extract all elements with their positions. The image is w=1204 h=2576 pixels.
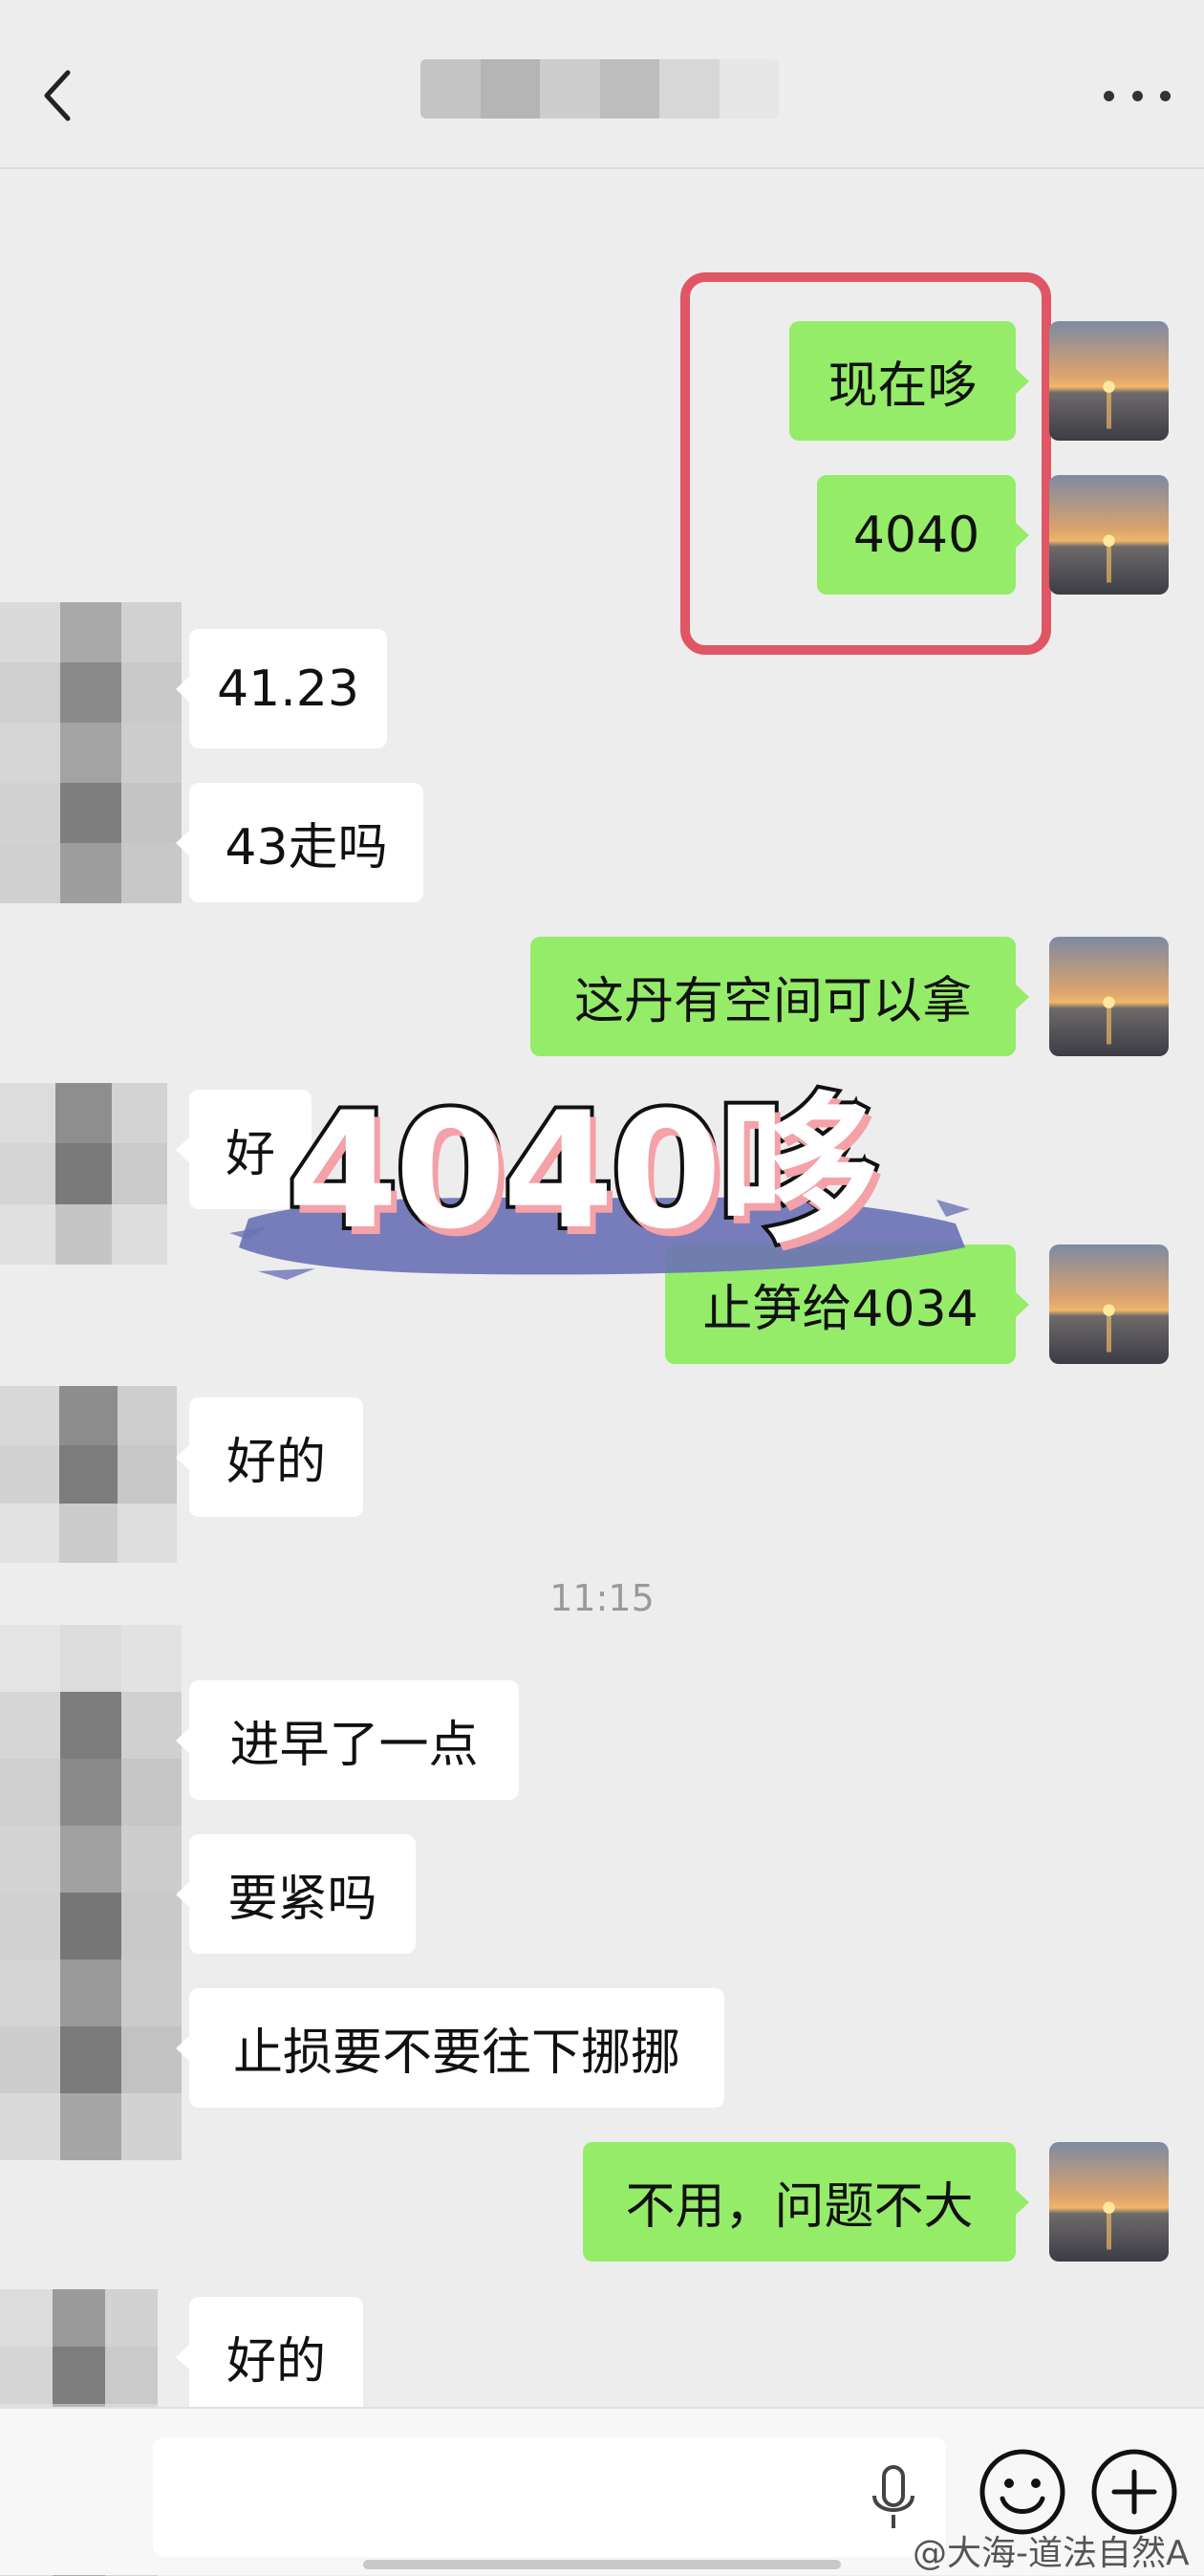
my-avatar[interactable] bbox=[1049, 321, 1169, 441]
message-bubble-sent[interactable]: 现在哆 bbox=[789, 321, 1029, 441]
message-bubble-received[interactable]: 好的 bbox=[176, 2297, 363, 2416]
message-bubble-received[interactable]: 好的 bbox=[176, 1397, 363, 1517]
overlay-text: 4040哆 bbox=[283, 1073, 883, 1268]
chat-header bbox=[0, 0, 1204, 169]
message-bubble-received[interactable]: 要紧吗 bbox=[176, 1834, 416, 1954]
message-bubble-received[interactable]: 进早了一点 bbox=[176, 1680, 519, 1800]
message-bubble-sent[interactable]: 这丹有空间可以拿 bbox=[530, 937, 1029, 1056]
my-avatar[interactable] bbox=[1049, 2142, 1169, 2262]
more-options-button[interactable] bbox=[1104, 76, 1171, 115]
overlay-annotation: 4040哆 bbox=[229, 1073, 975, 1305]
message-bubble-sent[interactable]: 4040 bbox=[817, 475, 1029, 595]
timestamp: 11:15 bbox=[549, 1577, 655, 1619]
message-bubble-received[interactable]: 止损要不要往下挪挪 bbox=[176, 1988, 724, 2108]
message-bubble-received[interactable]: 43走吗 bbox=[176, 783, 423, 902]
home-indicator bbox=[363, 2560, 841, 2569]
dot bbox=[1131, 90, 1143, 101]
contact-avatar-blurred[interactable] bbox=[0, 1083, 167, 1265]
chat-title-blurred bbox=[420, 59, 779, 119]
dot bbox=[1160, 90, 1171, 101]
more-dots-icon bbox=[1104, 90, 1114, 101]
contact-avatar-blurred[interactable] bbox=[0, 1386, 177, 1563]
message-bubble-received[interactable]: 41.23 bbox=[176, 629, 387, 748]
contact-avatar-blurred[interactable] bbox=[0, 602, 182, 903]
message-input[interactable] bbox=[153, 2437, 946, 2557]
contact-avatar-blurred[interactable] bbox=[0, 1625, 182, 2160]
my-avatar[interactable] bbox=[1049, 1245, 1169, 1364]
my-avatar[interactable] bbox=[1049, 937, 1169, 1056]
plus-icon[interactable] bbox=[1089, 2447, 1179, 2537]
my-avatar[interactable] bbox=[1049, 475, 1169, 595]
message-bubble-sent[interactable]: 不用，问题不大 bbox=[583, 2142, 1029, 2262]
watermark: @大海-道法自然A bbox=[913, 2534, 1190, 2573]
emoji-icon[interactable] bbox=[978, 2447, 1067, 2537]
chevron-left-icon bbox=[44, 70, 71, 121]
back-button[interactable] bbox=[29, 57, 86, 134]
